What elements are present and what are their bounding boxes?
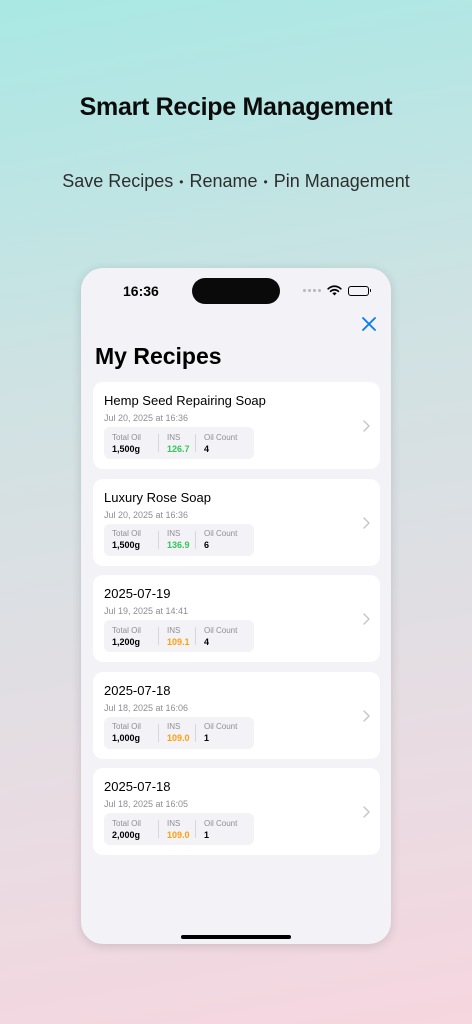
recipe-date: Jul 20, 2025 at 16:36 — [104, 509, 189, 520]
chevron-right-icon — [363, 516, 370, 529]
page-title: My Recipes — [95, 343, 222, 369]
chevron-right-icon — [363, 806, 370, 818]
promo-headline: Smart Recipe Management — [79, 93, 393, 121]
ins-label: INS — [167, 818, 181, 828]
total-oil-value: 1,200g — [112, 636, 141, 647]
recipe-name: Luxury Rose Soap — [104, 489, 211, 505]
promo-subline: Save Recipes • Rename • Pin Management — [0, 171, 472, 192]
recipe-date: Jul 18, 2025 at 16:06 — [104, 702, 189, 713]
oil-count-label: Oil Count — [204, 818, 238, 828]
signal-icon — [303, 289, 321, 292]
bullet-separator: • — [179, 175, 184, 190]
recipe-name: 2025-07-18 — [104, 779, 171, 794]
recipe-stats: Total Oil 1,500g INS 126.7 Oil Count 4 — [104, 427, 254, 459]
total-oil-value: 1,500g — [112, 540, 141, 550]
ins-value: 109.0 — [167, 829, 190, 840]
total-oil-label: Total Oil — [112, 625, 141, 635]
oil-count-value: 4 — [204, 636, 210, 647]
recipe-name: 2025-07-18 — [104, 682, 171, 698]
oil-count-label: Oil Count — [204, 625, 238, 635]
bullet-separator: • — [263, 175, 268, 190]
oil-count-label: Oil Count — [204, 722, 238, 731]
ins-value: 109.1 — [167, 636, 190, 647]
recipe-date: Jul 18, 2025 at 16:05 — [104, 799, 189, 809]
ins-value: 109.0 — [167, 733, 190, 743]
battery-icon — [348, 285, 371, 296]
phone-frame: 16:36 My Recipes Hemp Seed Repairing Soa… — [81, 268, 391, 944]
recipe-card[interactable]: 2025-07-18 Jul 18, 2025 at 16:06 Total O… — [93, 671, 380, 759]
recipe-card[interactable]: Hemp Seed Repairing Soap Jul 20, 2025 at… — [93, 382, 380, 469]
chevron-right-icon — [363, 613, 370, 625]
chevron-right-icon — [363, 420, 370, 432]
close-icon[interactable] — [361, 316, 377, 332]
oil-count-value: 4 — [204, 443, 210, 454]
dynamic-island — [192, 278, 280, 304]
feature-pin-management: Pin Management — [273, 171, 410, 191]
total-oil-label: Total Oil — [112, 432, 141, 442]
ins-label: INS — [167, 432, 181, 442]
recipe-date: Jul 20, 2025 at 16:36 — [104, 413, 189, 423]
recipe-stats: Total Oil 2,000g INS 109.0 Oil Count 1 — [104, 813, 254, 845]
oil-count-value: 6 — [204, 540, 210, 550]
total-oil-value: 1,500g — [112, 443, 141, 454]
status-time: 16:36 — [123, 283, 159, 299]
recipe-name: Hemp Seed Repairing Soap — [104, 393, 266, 408]
status-icons — [303, 285, 371, 296]
ins-value: 136.9 — [167, 540, 190, 550]
oil-count-value: 1 — [204, 733, 210, 743]
recipe-name: 2025-07-19 — [104, 586, 171, 601]
ins-label: INS — [167, 529, 181, 538]
wifi-icon — [327, 285, 342, 296]
total-oil-value: 1,000g — [112, 733, 141, 743]
recipe-list: Hemp Seed Repairing Soap Jul 20, 2025 at… — [93, 382, 380, 865]
recipe-stats: Total Oil 1,000g INS 109.0 Oil Count 1 — [104, 716, 254, 749]
total-oil-label: Total Oil — [112, 529, 141, 538]
oil-count-value: 1 — [204, 829, 210, 840]
ins-value: 126.7 — [167, 443, 190, 454]
total-oil-value: 2,000g — [112, 829, 141, 840]
recipe-card[interactable]: 2025-07-19 Jul 19, 2025 at 14:41 Total O… — [93, 575, 380, 662]
recipe-card[interactable]: 2025-07-18 Jul 18, 2025 at 16:05 Total O… — [93, 768, 380, 855]
recipe-stats: Total Oil 1,200g INS 109.1 Oil Count 4 — [104, 620, 254, 652]
total-oil-label: Total Oil — [112, 818, 141, 828]
feature-rename: Rename — [189, 171, 258, 191]
ins-label: INS — [167, 625, 181, 635]
home-indicator[interactable] — [181, 935, 291, 939]
recipe-card[interactable]: Luxury Rose Soap Jul 20, 2025 at 16:36 T… — [93, 478, 380, 566]
feature-save-recipes: Save Recipes — [62, 171, 174, 191]
oil-count-label: Oil Count — [204, 529, 238, 538]
oil-count-label: Oil Count — [204, 432, 238, 442]
recipe-stats: Total Oil 1,500g INS 136.9 Oil Count 6 — [104, 523, 254, 556]
ins-label: INS — [167, 722, 181, 731]
chevron-right-icon — [363, 709, 370, 722]
total-oil-label: Total Oil — [112, 722, 141, 731]
recipe-date: Jul 19, 2025 at 14:41 — [104, 606, 189, 616]
